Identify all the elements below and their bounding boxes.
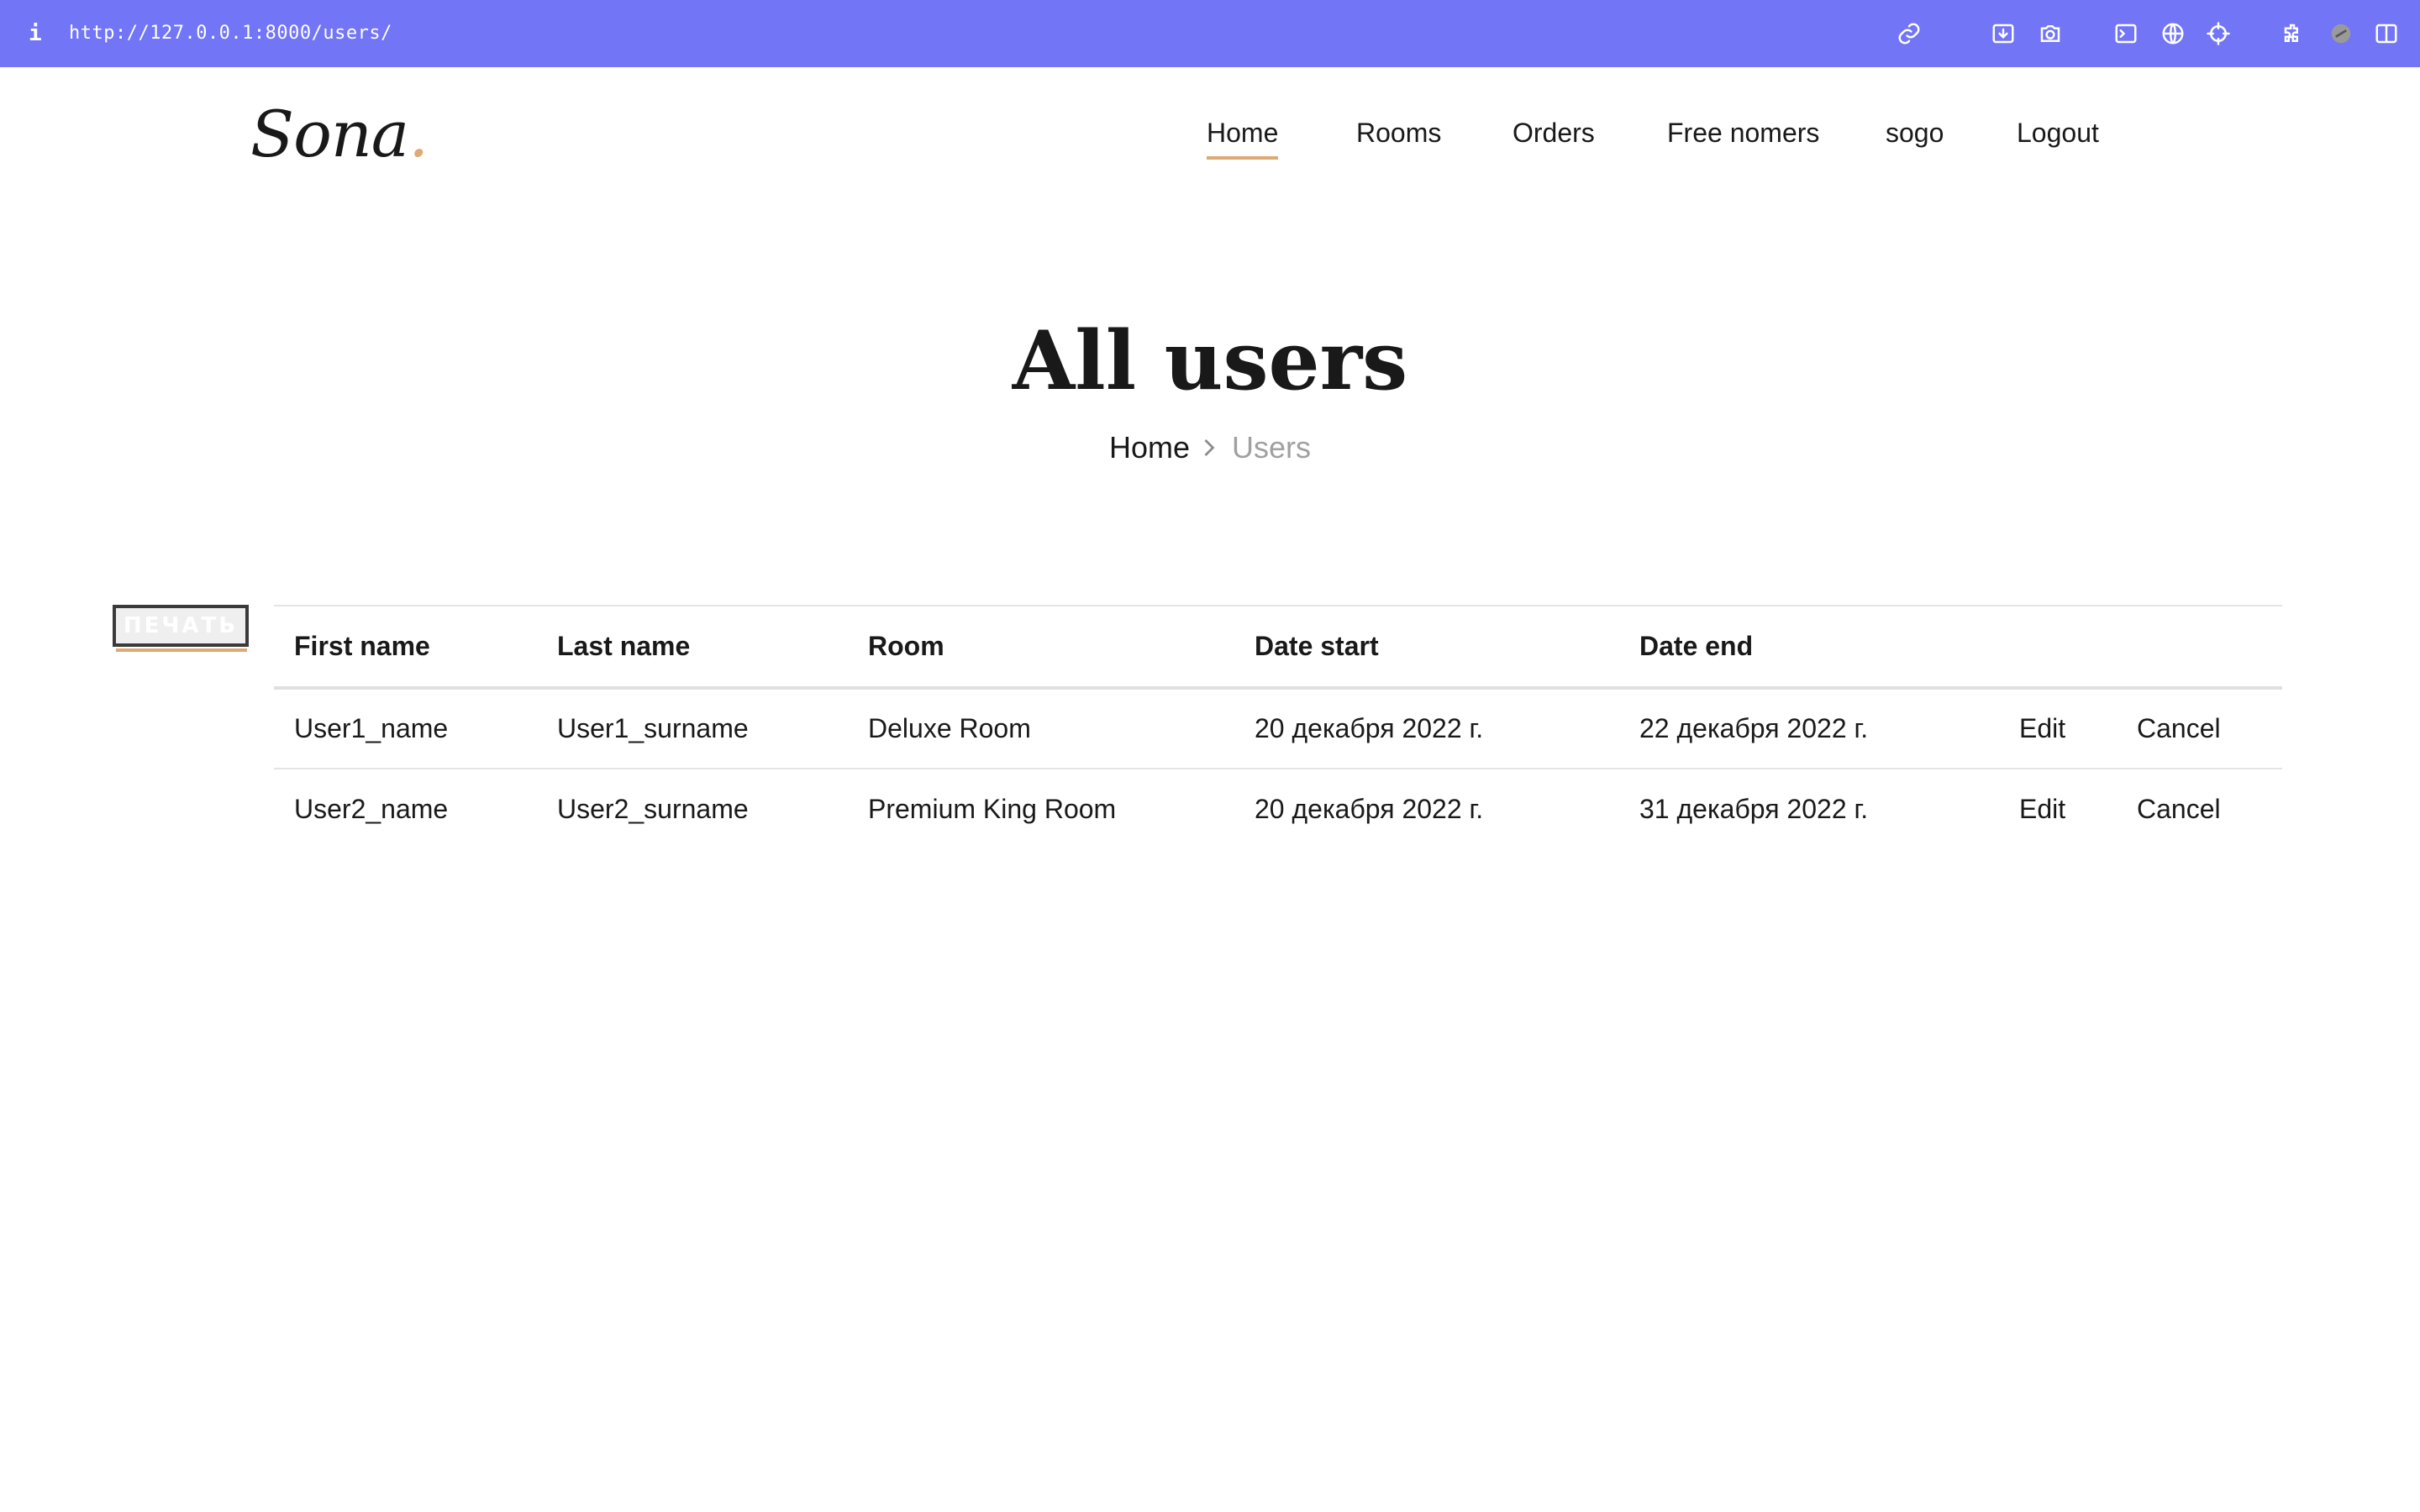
table-row: User2_name User2_surname Premium King Ro… [274,769,2282,849]
cancel-link[interactable]: Cancel [2137,794,2221,824]
header-first-name: First name [274,606,537,690]
cell-date-start: 20 декабря 2022 г. [1234,688,1619,769]
cell-last-name: User2_surname [557,794,749,824]
cancel-link[interactable]: Cancel [2137,713,2221,743]
cell-date-end: 22 декабря 2022 г. [1619,688,1999,769]
terminal-icon[interactable] [2111,18,2141,49]
cell-first-name: User1_name [274,688,537,769]
header-cancel [2117,606,2282,690]
globe-icon[interactable] [2158,18,2188,49]
print-button-underline [116,648,247,652]
table-row: User1_name User1_surname Deluxe Room 20 … [274,688,2282,769]
cell-room: Premium King Room [868,794,1117,824]
sidebar-icon[interactable] [2371,18,2402,49]
breadcrumb: Home Users [0,427,2420,469]
profile-icon[interactable] [2326,18,2356,49]
table-header-row: First name Last name Room Date start Dat… [274,606,2282,690]
page-title: All users [1012,313,1408,408]
edit-link[interactable]: Edit [2019,794,2065,824]
cell-first-name: User2_name [294,794,449,824]
header-edit [1999,606,2117,690]
header-last-name: Last name [537,606,848,690]
cell-date-end: 31 декабря 2022 г. [1639,794,1869,824]
header-date-start: Date start [1234,606,1619,690]
browser-toolbar: i http://127.0.0.1:8000/users/ [0,0,2420,67]
cell-room: Deluxe Room [848,688,1234,769]
breadcrumb-home[interactable]: Home [1109,427,1190,469]
extensions-icon[interactable] [2279,18,2309,49]
cell-last-name: User1_surname [537,688,848,769]
link-icon[interactable] [1894,18,1924,49]
crosshair-icon[interactable] [2203,18,2233,49]
site-logo[interactable]: Sona. [250,94,429,175]
header-room: Room [848,606,1234,690]
logo-dot: . [408,97,429,171]
users-table: First name Last name Room Date start Dat… [274,605,2282,849]
print-button[interactable]: ПЕЧАТЬ [113,605,249,647]
nav-home[interactable]: Home [1207,109,1279,160]
nav-free-nomers[interactable]: Free nomers [1667,109,1819,156]
download-icon[interactable] [1988,18,2018,49]
nav-sogo[interactable]: sogo [1886,109,1944,156]
cell-date-start: 20 декабря 2022 г. [1255,794,1484,824]
chevron-right-icon [1202,438,1217,458]
site-info-icon[interactable]: i [29,18,45,49]
logo-text: Sona [250,97,409,171]
nav-orders[interactable]: Orders [1512,109,1595,156]
edit-link[interactable]: Edit [2019,713,2065,743]
header-date-end: Date end [1619,606,1999,690]
camera-icon[interactable] [2035,18,2065,49]
breadcrumb-current: Users [1232,430,1312,465]
nav-rooms[interactable]: Rooms [1356,109,1441,156]
address-bar[interactable]: http://127.0.0.1:8000/users/ [69,18,392,49]
nav-logout[interactable]: Logout [2017,109,2099,156]
